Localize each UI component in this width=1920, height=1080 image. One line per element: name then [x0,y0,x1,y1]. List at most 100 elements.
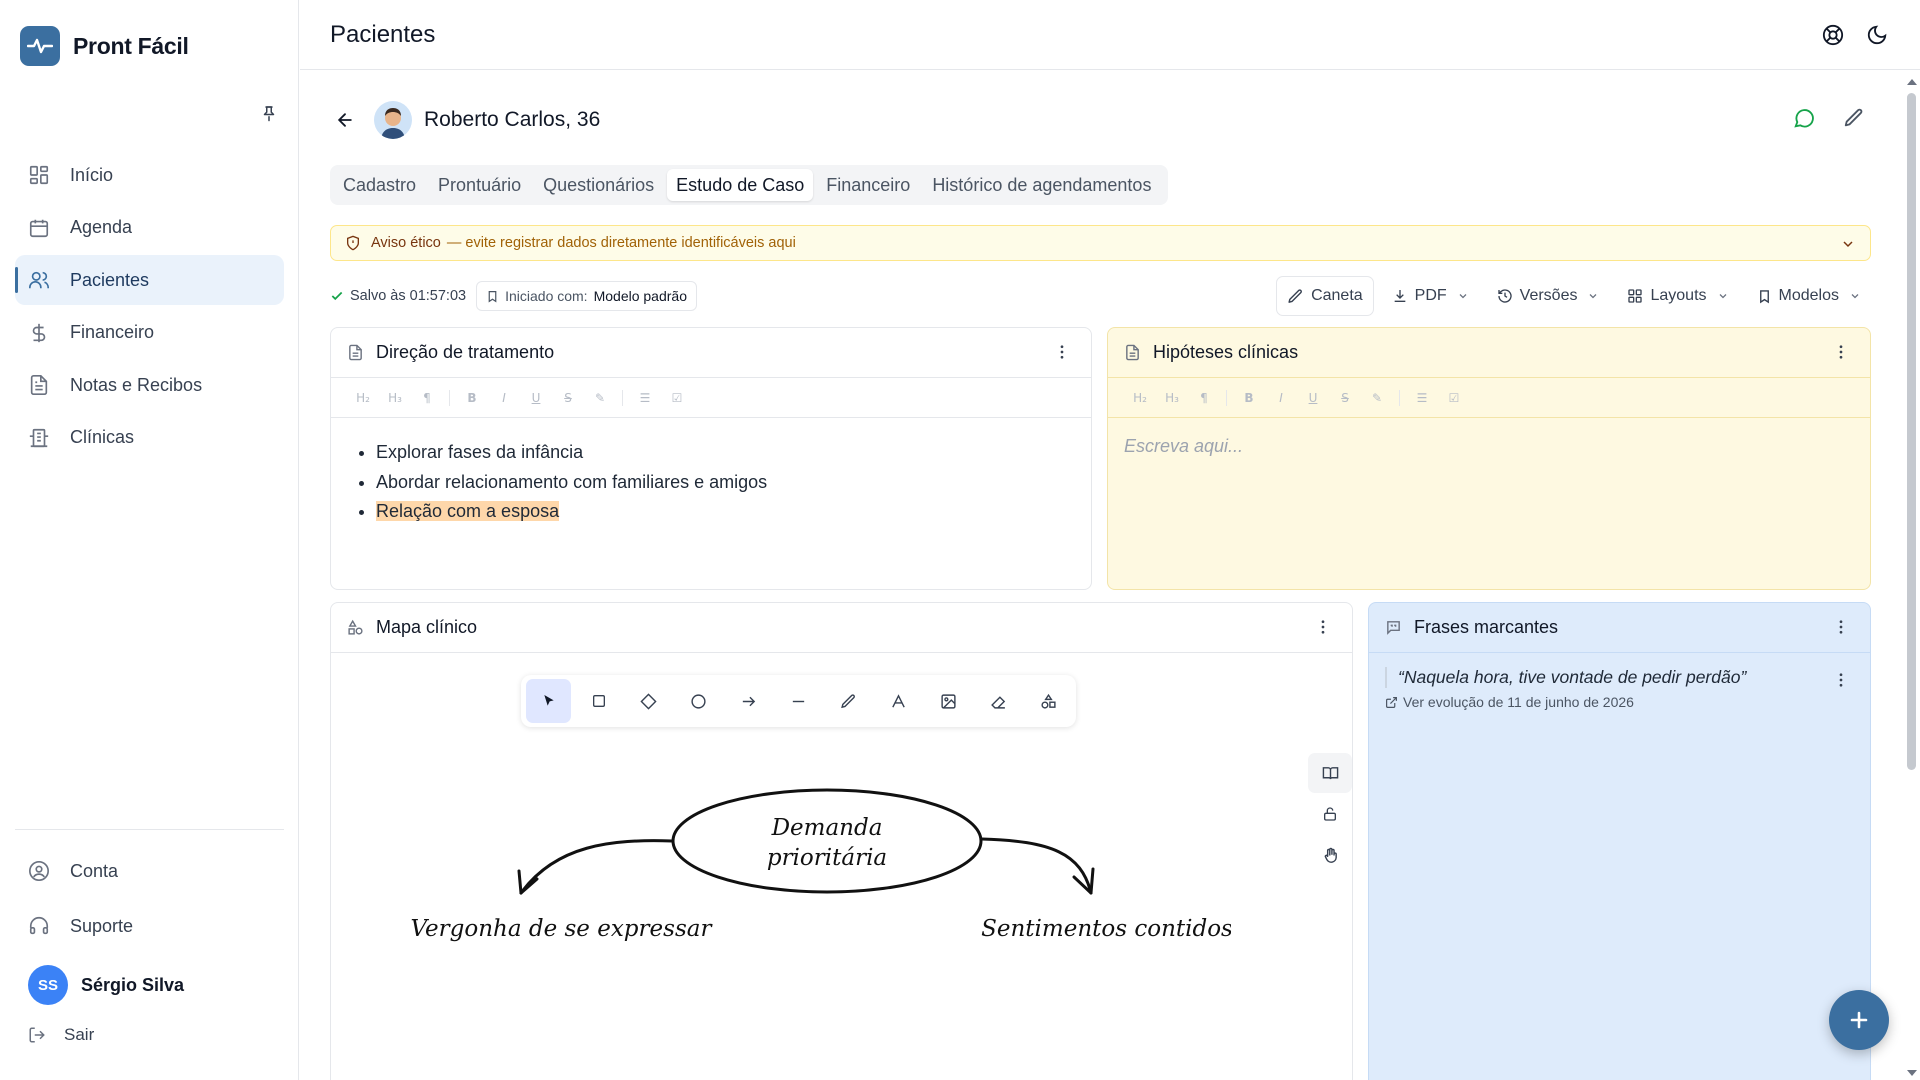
sidebar-item-conta[interactable]: Conta [15,846,284,896]
left-node-label: Vergonha de se expressar [411,916,714,942]
calendar-icon [28,217,50,239]
logout-button[interactable]: Sair [28,1025,94,1045]
heading-3-button[interactable]: H₃ [379,391,411,405]
format-toolbar: H₂ H₃ ¶ B I U S ✎ ☰ ☑ [331,378,1091,418]
scroll-down-arrow[interactable] [1907,1070,1917,1076]
more-vertical-icon[interactable] [1832,618,1850,636]
bookmark-icon [1757,289,1772,304]
tab-financeiro[interactable]: Financeiro [817,169,919,201]
mind-map-canvas[interactable]: Demanda prioritária Vergonha de se expre… [331,753,1231,953]
more-vertical-icon[interactable] [1832,343,1850,361]
sidebar-item-label: Início [70,164,114,185]
sidebar-item-label: Agenda [70,217,133,237]
highlighter-icon[interactable]: ✎ [1361,391,1393,405]
sidebar-item-label: Suporte [70,915,134,936]
tab-prontuario[interactable]: Prontuário [429,169,530,201]
pencil-icon[interactable] [826,679,871,723]
left-arrowhead [517,869,539,895]
heading-2-button[interactable]: H₂ [347,391,379,405]
sidebar-item-clinicas[interactable]: Clínicas [15,413,284,463]
back-arrow-icon[interactable] [330,105,360,135]
sidebar-item-financeiro[interactable]: Financeiro [15,308,284,358]
pdf-button[interactable]: PDF [1382,276,1479,316]
underline-icon[interactable]: U [520,391,552,405]
versions-button[interactable]: Versões [1487,276,1610,316]
italic-icon[interactable]: I [1265,391,1297,405]
paragraph-icon[interactable]: ¶ [1188,391,1220,405]
dark-mode-moon-icon[interactable] [1866,24,1888,46]
diamond-icon[interactable] [626,679,671,723]
sidebar-item-agenda[interactable]: Agenda [15,203,284,253]
book-open-icon[interactable] [1308,753,1352,793]
template-chip-value: Modelo padrão [593,288,687,304]
layout-grid-icon [1627,288,1643,304]
ethics-alert[interactable]: Aviso ético — evite registrar dados dire… [330,225,1871,261]
list-item: Relação com a esposa [376,497,1071,527]
line-icon[interactable] [776,679,821,723]
ellipse-icon[interactable] [676,679,721,723]
card-title: Frases marcantes [1414,617,1559,637]
user-profile[interactable]: SS Sérgio Silva [28,965,184,1005]
template-chip[interactable]: Iniciado com: Modelo padrão [476,281,697,311]
tab-estudo-de-caso[interactable]: Estudo de Caso [667,169,814,201]
eraser-icon[interactable] [976,679,1021,723]
page-scrollbar[interactable] [1903,71,1920,1080]
italic-icon[interactable]: I [488,391,520,405]
sidebar-item-inicio[interactable]: Início [15,150,284,200]
models-button[interactable]: Modelos [1747,276,1871,316]
library-shapes-icon[interactable] [1026,679,1071,723]
layouts-button[interactable]: Layouts [1617,276,1738,316]
tab-cadastro[interactable]: Cadastro [334,169,425,201]
more-vertical-icon[interactable] [1832,671,1850,689]
download-icon [1392,288,1408,304]
quote-source-link[interactable]: Ver evolução de 11 de junho de 2026 [1385,694,1854,710]
image-icon[interactable] [926,679,971,723]
tab-historico-agendamentos[interactable]: Histórico de agendamentos [923,169,1160,201]
card-title: Mapa clínico [376,617,478,637]
phrases-card: Frases marcantes “Naquela hora, tive von… [1368,602,1871,1080]
heading-3-button[interactable]: H₃ [1156,391,1188,405]
brand[interactable]: Pront Fácil [20,26,189,66]
treatment-editor[interactable]: Explorar fases da infância Abordar relac… [331,418,1091,527]
hypotheses-editor[interactable]: Escreva aqui... [1108,418,1870,475]
add-fab-button[interactable] [1829,990,1889,1050]
sidebar-item-suporte[interactable]: Suporte [15,901,284,951]
bullet-list-icon[interactable]: ☰ [1406,391,1438,405]
rectangle-icon[interactable] [576,679,621,723]
sidebar-item-notas-e-recibos[interactable]: Notas e Recibos [15,360,284,410]
underline-icon[interactable]: U [1297,391,1329,405]
heading-2-button[interactable]: H₂ [1124,391,1156,405]
pen-button[interactable]: Caneta [1276,276,1374,316]
pin-icon[interactable] [260,104,278,122]
bullet-list-icon[interactable]: ☰ [629,391,661,405]
quote-item: “Naquela hora, tive vontade de pedir per… [1369,653,1870,710]
arrow-icon[interactable] [726,679,771,723]
unlock-icon[interactable] [1308,794,1352,834]
strikethrough-icon[interactable]: S [1329,391,1361,405]
scroll-thumb[interactable] [1907,93,1916,770]
tab-questionarios[interactable]: Questionários [534,169,663,201]
checklist-icon[interactable]: ☑ [661,391,693,405]
bold-icon[interactable]: B [456,391,488,405]
edit-pencil-icon[interactable] [1843,107,1865,129]
logout-icon [28,1026,46,1044]
format-toolbar: H₂ H₃ ¶ B I U S ✎ ☰ ☑ [1108,378,1870,418]
bold-icon[interactable]: B [1233,391,1265,405]
scroll-up-arrow[interactable] [1907,79,1917,85]
help-lifebuoy-icon[interactable] [1822,24,1844,46]
sidebar-item-pacientes[interactable]: Pacientes [15,255,284,305]
whatsapp-chat-icon[interactable] [1793,107,1815,129]
more-vertical-icon[interactable] [1053,343,1071,361]
highlighter-icon[interactable]: ✎ [584,391,616,405]
more-vertical-icon[interactable] [1314,618,1332,636]
text-icon[interactable] [876,679,921,723]
grid-icon [28,164,50,186]
hand-pan-icon[interactable] [1308,835,1352,875]
chevron-down-icon [1849,290,1861,302]
select-cursor-icon[interactable] [526,679,571,723]
chevron-down-icon[interactable] [1840,236,1856,252]
checklist-icon[interactable]: ☑ [1438,391,1470,405]
paragraph-icon[interactable]: ¶ [411,391,443,405]
strikethrough-icon[interactable]: S [552,391,584,405]
template-chip-label: Iniciado com: [505,288,588,304]
